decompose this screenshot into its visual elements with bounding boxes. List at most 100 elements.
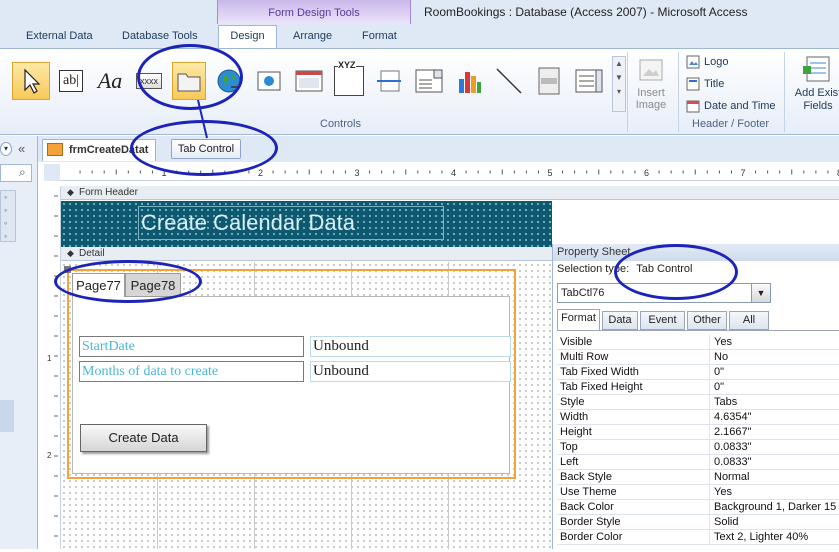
property-row[interactable]: Style Tabs [557, 395, 839, 410]
property-value[interactable]: 0" [710, 365, 839, 379]
ruler-number: 4 [451, 168, 456, 178]
property-row[interactable]: Height 2.1667" [557, 425, 839, 440]
property-value[interactable]: Normal [710, 470, 839, 484]
months-label[interactable]: Months of data to create [79, 361, 304, 382]
title-label: Title [704, 78, 725, 90]
ruler-number: 2 [258, 168, 263, 178]
chart-button[interactable] [452, 62, 486, 100]
line-button[interactable] [492, 62, 526, 100]
controls-gallery-scroll[interactable]: ▲ ▼ ▾ [612, 56, 626, 112]
property-row[interactable]: Visible Yes [557, 335, 839, 350]
combo-box-button[interactable] [412, 62, 446, 100]
ribbon-separator [784, 52, 785, 132]
vertical-ruler-ticks [54, 195, 58, 537]
property-value[interactable]: 0.0833" [710, 455, 839, 469]
property-row[interactable]: Top 0.0833" [557, 440, 839, 455]
tab-design[interactable]: Design [218, 25, 277, 49]
ruler-number: 5 [548, 168, 553, 178]
property-value[interactable]: No [710, 350, 839, 364]
property-value[interactable]: Yes [710, 335, 839, 349]
property-list: Visible Yes Multi Row No Tab Fixed Width 0" Ta… [557, 335, 839, 545]
property-value[interactable]: 4.6354" [710, 410, 839, 424]
navigation-control-button[interactable] [292, 62, 326, 100]
property-name: Back Style [557, 470, 710, 484]
property-row[interactable]: Tab Fixed Height 0" [557, 380, 839, 395]
property-row[interactable]: Tab Fixed Width 0" [557, 365, 839, 380]
label-control-button[interactable]: Aa [93, 62, 127, 100]
property-row[interactable]: Border Color Text 2, Lighter 40% [557, 530, 839, 545]
calendar-icon [686, 100, 700, 113]
startdate-textbox[interactable]: Unbound [310, 336, 511, 357]
form-header-section-bar[interactable]: ◆ Form Header [61, 186, 839, 200]
property-value[interactable]: 0" [710, 380, 839, 394]
annotation-ellipse [614, 244, 738, 300]
property-value[interactable]: Yes [710, 485, 839, 499]
ps-tab-event[interactable]: Event [640, 311, 685, 330]
property-name: Style [557, 395, 710, 409]
select-pointer-button[interactable] [12, 62, 50, 100]
annotation-ellipse [137, 44, 243, 110]
property-value[interactable]: 0.0833" [710, 440, 839, 454]
property-name: Height [557, 425, 710, 439]
add-existing-fields-button[interactable]: Add Exist Fields [790, 54, 839, 113]
textbox-icon: ab| [58, 70, 84, 92]
date-time-button[interactable]: Date and Time [686, 97, 776, 115]
property-row[interactable]: Multi Row No [557, 350, 839, 365]
property-name: Back Color [557, 500, 710, 514]
collapse-nav-icon[interactable]: « [18, 141, 25, 156]
ps-tab-underline [557, 330, 839, 331]
nav-search-input[interactable] [0, 164, 32, 182]
property-name: Border Color [557, 530, 710, 544]
ruler-number: 3 [355, 168, 360, 178]
title-icon [686, 77, 700, 91]
option-group-icon: XYZ [334, 60, 364, 96]
navigation-icon [295, 70, 323, 92]
page-break-button[interactable] [372, 62, 406, 100]
textbox-control-button[interactable]: ab| [54, 62, 88, 100]
ps-tab-data[interactable]: Data [602, 311, 638, 330]
combo-box-icon [415, 69, 443, 93]
months-textbox[interactable]: Unbound [310, 361, 511, 382]
property-name: Multi Row [557, 350, 710, 364]
vertical-ruler [44, 186, 61, 549]
property-value[interactable]: Solid [710, 515, 839, 529]
property-value[interactable]: Text 2, Lighter 40% [710, 530, 839, 544]
title-button[interactable]: Title [686, 75, 724, 93]
logo-button[interactable]: Logo [686, 53, 728, 71]
tab-arrange[interactable]: Arrange [287, 26, 338, 48]
toggle-button-control[interactable] [532, 62, 566, 100]
window-title: RoomBookings : Database (Access 2007) - … [424, 5, 748, 19]
create-data-button[interactable]: Create Data [80, 424, 207, 452]
property-value[interactable]: Tabs [710, 395, 839, 409]
option-group-button[interactable]: XYZ [332, 60, 366, 100]
detail-section-bar[interactable]: ◆ Detail [61, 247, 552, 261]
property-row[interactable]: Back Style Normal [557, 470, 839, 485]
nav-selected-item[interactable] [0, 400, 14, 432]
ps-tab-all[interactable]: All [729, 311, 769, 330]
web-browser-control-button[interactable] [252, 62, 286, 100]
property-value[interactable]: 2.1667" [710, 425, 839, 439]
ruler-corner[interactable] [44, 164, 60, 181]
property-name: Border Style [557, 515, 710, 529]
chevron-down-icon[interactable]: ▼ [751, 284, 770, 302]
property-row[interactable]: Left 0.0833" [557, 455, 839, 470]
startdate-label[interactable]: StartDate [79, 336, 304, 357]
tab-format[interactable]: Format [356, 26, 403, 48]
list-box-button[interactable] [572, 62, 606, 100]
nav-dropdown-icon[interactable]: ▾ [0, 142, 12, 156]
insert-image-button[interactable]: Insert Image [631, 56, 671, 116]
property-row[interactable]: Back Color Background 1, Darker 15 [557, 500, 839, 515]
tab-external-data[interactable]: External Data [20, 26, 99, 48]
property-row[interactable]: Width 4.6354" [557, 410, 839, 425]
ps-tab-format[interactable]: Format [557, 309, 600, 330]
property-row[interactable]: Border Style Solid [557, 515, 839, 530]
nav-group-icons[interactable]: ◦ ◦ ◦ ◦ [0, 190, 16, 242]
property-row[interactable]: Use Theme Yes [557, 485, 839, 500]
search-icon: ⌕ [19, 165, 26, 179]
form-title-label[interactable]: Create Calendar Data [138, 206, 444, 240]
annotation-connector [197, 100, 208, 139]
property-value[interactable]: Background 1, Darker 15 [710, 500, 839, 514]
ps-tab-other[interactable]: Other [687, 311, 727, 330]
property-name: Tab Fixed Height [557, 380, 710, 394]
property-name: Width [557, 410, 710, 424]
